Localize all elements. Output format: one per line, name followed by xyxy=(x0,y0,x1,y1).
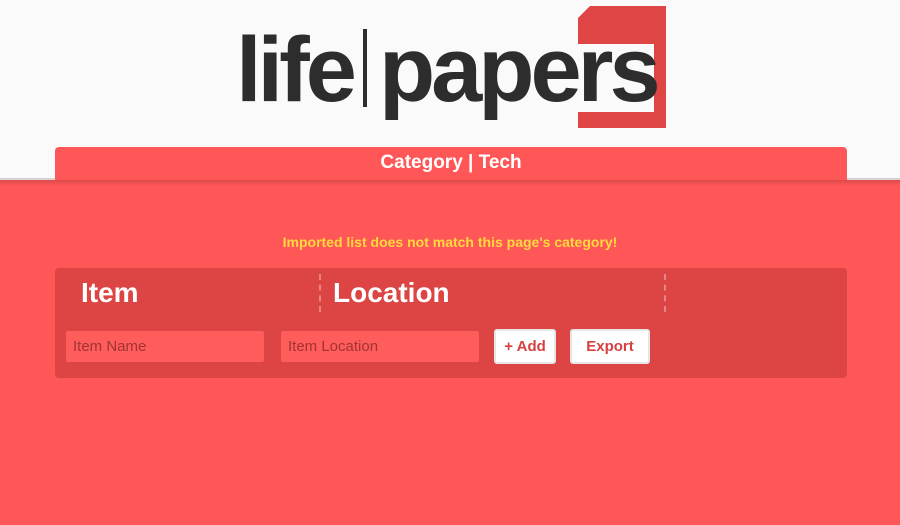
item-panel: Item Location + Add Export xyxy=(55,268,847,378)
lifepapers-logo: life papers xyxy=(236,6,668,132)
export-button[interactable]: Export xyxy=(570,329,650,364)
column-header-location: Location xyxy=(333,277,450,308)
column-header-item: Item xyxy=(81,277,139,308)
logo-text: life papers xyxy=(236,19,661,121)
column-divider xyxy=(319,274,321,312)
import-warning: Imported list does not match this page's… xyxy=(282,234,618,250)
category-label: Category xyxy=(380,152,463,173)
add-button[interactable]: + Add xyxy=(494,329,556,364)
item-location-input[interactable] xyxy=(281,331,479,362)
column-divider xyxy=(664,274,666,312)
category-separator: | xyxy=(468,152,474,173)
category-value: Tech xyxy=(478,152,522,173)
category-bar: Category | Tech xyxy=(55,147,847,180)
item-name-input[interactable] xyxy=(66,331,264,362)
